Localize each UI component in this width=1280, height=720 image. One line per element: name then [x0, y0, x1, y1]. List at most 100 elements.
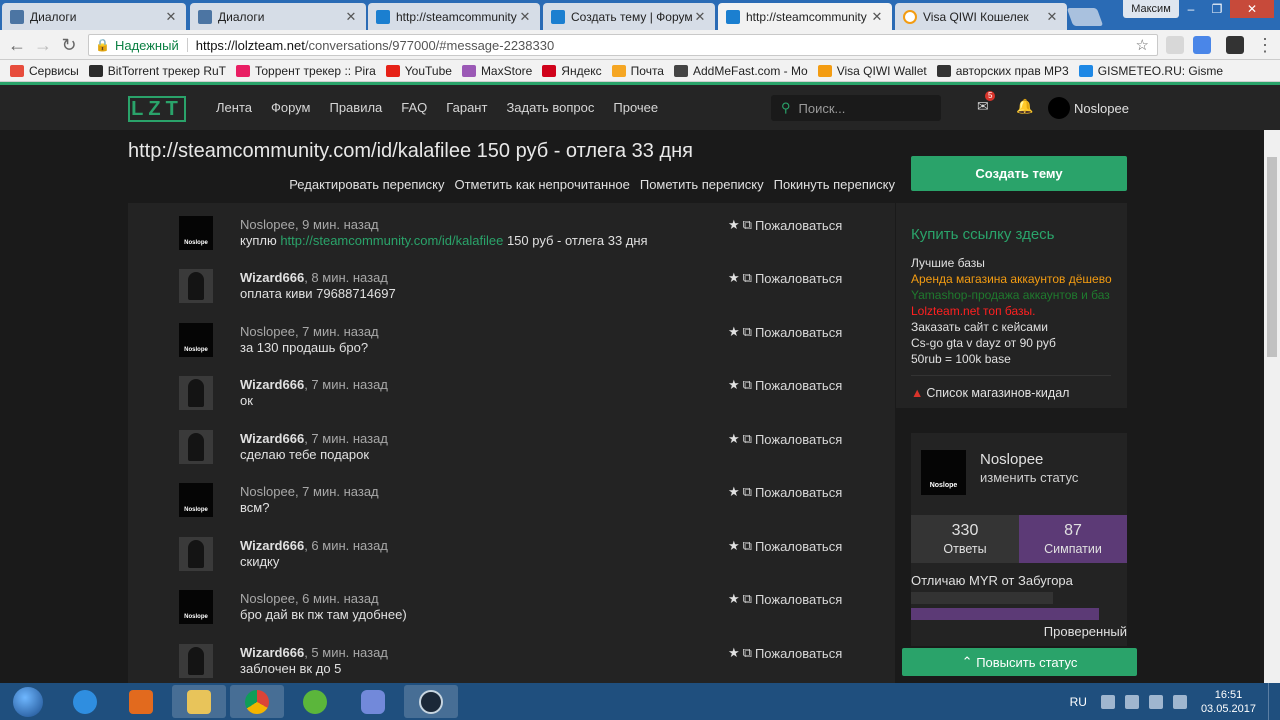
close-icon[interactable]: ✕: [164, 9, 178, 25]
bell-icon[interactable]: 🔔: [1016, 98, 1033, 115]
change-status-link[interactable]: изменить статус: [980, 470, 1078, 485]
avatar[interactable]: [179, 376, 213, 410]
avatar[interactable]: Noslope: [179, 323, 213, 357]
back-icon[interactable]: ←: [6, 35, 28, 55]
report-link[interactable]: Пожаловаться: [755, 646, 842, 661]
taskbar-media-player[interactable]: [114, 685, 168, 718]
ad-link[interactable]: Yamashop-продажа аккаунтов и баз: [911, 287, 1112, 303]
copy-icon[interactable]: ⧉: [743, 217, 752, 233]
message-author[interactable]: Wizard666: [240, 645, 304, 660]
bookmark-item[interactable]: Торрент трекер :: Pira: [235, 64, 376, 78]
close-icon[interactable]: ✕: [518, 9, 532, 25]
bookmark-item[interactable]: Visa QIWI Wallet: [817, 64, 927, 78]
nav-guarantor[interactable]: Гарант: [446, 100, 487, 115]
address-bar[interactable]: 🔒 Надежный https://lolzteam.net/conversa…: [88, 34, 1158, 56]
nav-forum[interactable]: Форум: [271, 100, 311, 115]
avatar[interactable]: Noslope: [179, 483, 213, 517]
message-author[interactable]: Noslopee: [240, 484, 295, 499]
avatar[interactable]: Noslope: [179, 590, 213, 624]
taskbar-ie[interactable]: [58, 685, 112, 718]
browser-profile-button[interactable]: Максим: [1123, 0, 1179, 18]
mark-unread-link[interactable]: Отметить как непрочитанное: [454, 177, 629, 192]
likes-stat[interactable]: 87 Симпатии: [1019, 515, 1127, 563]
bookmark-item[interactable]: авторских прав MP3: [936, 64, 1069, 78]
ad-link[interactable]: Lolzteam.net топ базы.: [911, 303, 1112, 319]
star-icon[interactable]: ★: [728, 591, 740, 607]
taskbar-utorrent[interactable]: [288, 685, 342, 718]
report-link[interactable]: Пожаловаться: [755, 485, 842, 500]
forward-icon[interactable]: →: [32, 35, 54, 55]
avatar[interactable]: Noslope: [921, 450, 966, 495]
report-link[interactable]: Пожаловаться: [755, 378, 842, 393]
copy-icon[interactable]: ⧉: [743, 538, 752, 554]
bookmark-item[interactable]: GISMETEO.RU: Gisme: [1078, 64, 1223, 78]
nav-feed[interactable]: Лента: [216, 100, 252, 115]
avatar[interactable]: [179, 644, 213, 678]
browser-tab[interactable]: Создать тему | Форум с ✕: [543, 3, 715, 30]
nav-ask-question[interactable]: Задать вопрос: [506, 100, 594, 115]
browser-tab[interactable]: http://steamcommunity ✕: [368, 3, 540, 30]
menu-icon[interactable]: ⋮: [1254, 35, 1276, 55]
network-icon[interactable]: [1148, 694, 1163, 709]
close-icon[interactable]: ✕: [693, 9, 707, 25]
extension-off-icon[interactable]: [1226, 36, 1244, 54]
report-link[interactable]: Пожаловаться: [755, 218, 842, 233]
copy-icon[interactable]: ⧉: [743, 645, 752, 661]
message-author[interactable]: Noslopee: [240, 591, 295, 606]
bookmark-item[interactable]: AddMeFast.com - Mo: [673, 64, 808, 78]
clock[interactable]: 16:51 03.05.2017: [1201, 688, 1256, 716]
message-link[interactable]: http://steamcommunity.com/id/kalafilee: [280, 233, 503, 248]
page-scrollbar[interactable]: [1264, 130, 1280, 683]
answers-stat[interactable]: 330 Ответы: [911, 515, 1019, 563]
message-author[interactable]: Wizard666: [240, 270, 304, 285]
browser-tab[interactable]: Диалоги ✕: [2, 3, 186, 30]
star-icon[interactable]: ★: [728, 217, 740, 233]
message-author[interactable]: Noslopee: [240, 324, 295, 339]
new-tab-button[interactable]: [1066, 8, 1104, 26]
edit-conversation-link[interactable]: Редактировать переписку: [289, 177, 444, 192]
message-author[interactable]: Wizard666: [240, 377, 304, 392]
message-author[interactable]: Wizard666: [240, 431, 304, 446]
taskbar-chrome[interactable]: [230, 685, 284, 718]
avatar[interactable]: [179, 430, 213, 464]
nav-faq[interactable]: FAQ: [401, 100, 427, 115]
language-indicator[interactable]: RU: [1070, 695, 1087, 709]
create-thread-button[interactable]: Создать тему: [911, 156, 1127, 191]
profile-name[interactable]: Noslopee: [980, 451, 1043, 468]
window-close-button[interactable]: ✕: [1230, 0, 1274, 18]
report-link[interactable]: Пожаловаться: [755, 325, 842, 340]
close-icon[interactable]: ✕: [344, 9, 358, 25]
nav-more[interactable]: Прочее: [613, 100, 658, 115]
tray-arrow-icon[interactable]: [1100, 694, 1115, 709]
report-link[interactable]: Пожаловаться: [755, 432, 842, 447]
ad-link[interactable]: Заказать сайт с кейсами: [911, 319, 1112, 335]
star-icon[interactable]: ★: [728, 484, 740, 500]
show-desktop-button[interactable]: [1268, 683, 1280, 720]
star-icon[interactable]: ★: [728, 645, 740, 661]
bookmark-item[interactable]: Яндекс: [542, 64, 602, 78]
taskbar-steam[interactable]: [404, 685, 458, 718]
leave-conversation-link[interactable]: Покинуть переписку: [774, 177, 895, 192]
minimize-button[interactable]: –: [1178, 0, 1204, 18]
report-link[interactable]: Пожаловаться: [755, 539, 842, 554]
copy-icon[interactable]: ⧉: [743, 591, 752, 607]
bookmark-item[interactable]: MaxStore: [461, 64, 532, 78]
site-logo[interactable]: LZT: [128, 96, 186, 122]
bookmark-star-icon[interactable]: ☆: [1136, 36, 1149, 54]
taskbar-discord[interactable]: [346, 685, 400, 718]
copy-icon[interactable]: ⧉: [743, 377, 752, 393]
ads-title[interactable]: Купить ссылку здесь: [911, 226, 1054, 243]
search-input[interactable]: ⚲ Поиск...: [771, 95, 941, 121]
report-link[interactable]: Пожаловаться: [755, 592, 842, 607]
start-button[interactable]: [2, 684, 54, 719]
reload-icon[interactable]: ↻: [58, 35, 80, 55]
message-author[interactable]: Noslopee: [240, 217, 295, 232]
star-icon[interactable]: ★: [728, 377, 740, 393]
copy-icon[interactable]: ⧉: [743, 431, 752, 447]
close-icon[interactable]: ✕: [870, 9, 884, 25]
report-link[interactable]: Пожаловаться: [755, 271, 842, 286]
ad-link[interactable]: 50rub = 100k base: [911, 351, 1112, 367]
flag-icon[interactable]: [1124, 694, 1139, 709]
browser-tab[interactable]: Visa QIWI Кошелек ✕: [895, 3, 1067, 30]
extension-icon[interactable]: [1166, 36, 1184, 54]
